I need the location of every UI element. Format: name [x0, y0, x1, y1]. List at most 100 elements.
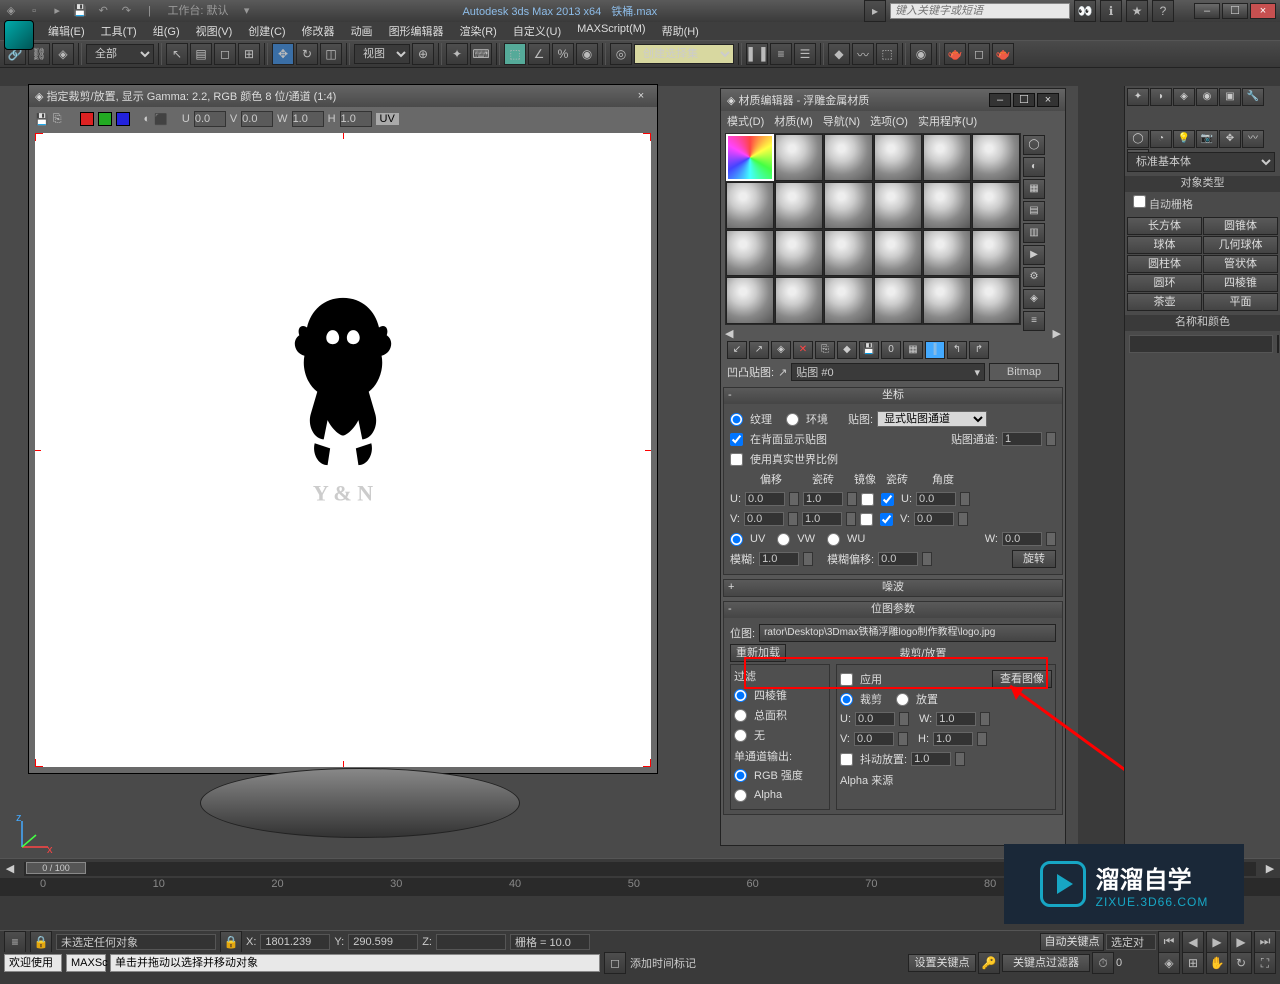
- sample-slot[interactable]: [824, 277, 872, 324]
- isolate-icon[interactable]: ◻: [604, 952, 626, 974]
- backlight-icon[interactable]: ◐: [1023, 157, 1045, 177]
- texture-radio[interactable]: [730, 413, 743, 426]
- tube-button[interactable]: 管状体: [1203, 255, 1278, 273]
- bitmap-rollout-header[interactable]: -位图参数: [724, 602, 1062, 618]
- z-coord[interactable]: [436, 934, 506, 950]
- material-map-nav-icon[interactable]: ≡: [1023, 311, 1045, 331]
- get-material-icon[interactable]: ↙: [727, 341, 747, 359]
- bitmap-path-button[interactable]: rator\Desktop\3Dmax铁桶浮雕logo制作教程\logo.jpg: [759, 624, 1056, 642]
- next-frame-icon[interactable]: ▶: [1230, 931, 1252, 953]
- crop-radio[interactable]: [840, 693, 853, 706]
- open-icon[interactable]: ▸: [48, 3, 66, 19]
- v-mirror[interactable]: [860, 513, 873, 526]
- add-marker-field[interactable]: 添加时间标记: [630, 955, 750, 971]
- rect-select-icon[interactable]: ◻: [214, 43, 236, 65]
- sample-slot[interactable]: [775, 277, 823, 324]
- orbit-icon[interactable]: ↻: [1230, 952, 1252, 974]
- sample-slot[interactable]: [726, 134, 774, 181]
- menu-animation[interactable]: 动画: [343, 22, 381, 40]
- menu-render[interactable]: 渲染(R): [452, 22, 505, 40]
- snap-icon[interactable]: ⬚: [504, 43, 526, 65]
- crop-u[interactable]: [855, 712, 895, 726]
- render-setup-icon[interactable]: 🫖: [944, 43, 966, 65]
- menu-tools[interactable]: 工具(T): [93, 22, 145, 40]
- selset-field[interactable]: 选定对: [1106, 934, 1156, 950]
- color-swatch[interactable]: [1277, 335, 1279, 353]
- y-coord[interactable]: 290.599: [348, 934, 418, 950]
- sample-slot[interactable]: [726, 230, 774, 277]
- sample-slot[interactable]: [726, 182, 774, 229]
- me-menu-nav[interactable]: 导航(N): [823, 113, 860, 127]
- crop-v[interactable]: [854, 732, 894, 746]
- menu-graph[interactable]: 图形编辑器: [381, 22, 452, 40]
- time-config-icon[interactable]: ⏱: [1092, 952, 1114, 974]
- picker-icon[interactable]: ↗: [778, 366, 787, 379]
- keyword-search-input[interactable]: [890, 3, 1070, 19]
- dropdown-icon[interactable]: ▾: [238, 3, 256, 19]
- cylinder-button[interactable]: 圆柱体: [1127, 255, 1202, 273]
- map-channel-dropdown[interactable]: 显式贴图通道: [877, 411, 987, 427]
- put-to-scene-icon[interactable]: ↗: [749, 341, 769, 359]
- mono-icon[interactable]: ⬛: [154, 113, 168, 126]
- spinner-snap-icon[interactable]: ◉: [576, 43, 598, 65]
- menu-group[interactable]: 组(G): [145, 22, 188, 40]
- close-button[interactable]: ×: [1250, 3, 1276, 19]
- make-unique-icon[interactable]: ◆: [837, 341, 857, 359]
- display-tab-icon[interactable]: ▣: [1219, 88, 1241, 106]
- w-angle[interactable]: [1002, 532, 1042, 546]
- torus-button[interactable]: 圆环: [1127, 274, 1202, 292]
- obj-name-input[interactable]: [1129, 335, 1273, 353]
- box-button[interactable]: 长方体: [1127, 217, 1202, 235]
- zoom-extents-icon[interactable]: ⊞: [1182, 952, 1204, 974]
- refcoord-dropdown[interactable]: 视图: [354, 44, 410, 64]
- pyramid-radio[interactable]: [734, 689, 747, 702]
- me-menu-mode[interactable]: 模式(D): [727, 113, 764, 127]
- angle-snap-icon[interactable]: ∠: [528, 43, 550, 65]
- v-input[interactable]: [241, 111, 273, 127]
- maximize-vp-icon[interactable]: ⛶: [1254, 952, 1276, 974]
- goto-start-icon[interactable]: ⏮: [1158, 931, 1180, 953]
- maximize-button[interactable]: ☐: [1222, 3, 1248, 19]
- crop-w[interactable]: [936, 712, 976, 726]
- blur-offset-input[interactable]: [878, 552, 918, 566]
- keyboard-icon[interactable]: ⌨: [470, 43, 492, 65]
- key-filter-button[interactable]: 关键点过滤器: [1002, 954, 1090, 972]
- max-logo-icon[interactable]: [4, 20, 34, 50]
- sample-slot[interactable]: [824, 230, 872, 277]
- sample-slot[interactable]: [874, 182, 922, 229]
- options-icon[interactable]: ⚙: [1023, 267, 1045, 287]
- h-input[interactable]: [340, 111, 372, 127]
- name-color-header[interactable]: 名称和颜色: [1125, 315, 1280, 331]
- sample-slot[interactable]: [923, 230, 971, 277]
- uv-mode[interactable]: UV: [376, 113, 399, 125]
- background-icon[interactable]: ▦: [1023, 179, 1045, 199]
- u-input[interactable]: [194, 111, 226, 127]
- map-channel-input[interactable]: [1002, 432, 1042, 446]
- sum-radio[interactable]: [734, 709, 747, 722]
- window-cross-icon[interactable]: ⊞: [238, 43, 260, 65]
- menu-maxscript[interactable]: MAXScript(M): [569, 22, 653, 40]
- coords-rollout-header[interactable]: -坐标: [724, 388, 1062, 404]
- place-radio[interactable]: [896, 693, 909, 706]
- sample-slot[interactable]: [874, 230, 922, 277]
- rgb-str-radio[interactable]: [734, 769, 747, 782]
- layer-icon[interactable]: ☰: [794, 43, 816, 65]
- select-by-mat-icon[interactable]: ◈: [1023, 289, 1045, 309]
- pan-icon[interactable]: ✋: [1206, 952, 1228, 974]
- workspace-label[interactable]: 工作台: 默认: [163, 3, 232, 19]
- go-parent-icon[interactable]: ↰: [947, 341, 967, 359]
- sample-slot[interactable]: [775, 230, 823, 277]
- close-icon[interactable]: ×: [631, 90, 651, 102]
- red-channel-icon[interactable]: [80, 112, 94, 126]
- primitives-dropdown[interactable]: 标准基本体: [1127, 152, 1275, 172]
- material-id-icon[interactable]: 0: [881, 341, 901, 359]
- undo-icon[interactable]: ↶: [94, 3, 112, 19]
- info-icon[interactable]: ℹ: [1100, 0, 1122, 22]
- put-to-library-icon[interactable]: 💾: [859, 341, 879, 359]
- sample-slot[interactable]: [874, 277, 922, 324]
- sample-slot[interactable]: [923, 134, 971, 181]
- sample-slot[interactable]: [726, 277, 774, 324]
- play-icon[interactable]: ▶: [1206, 931, 1228, 953]
- sample-slot[interactable]: [972, 277, 1020, 324]
- render-frame-icon[interactable]: ◻: [968, 43, 990, 65]
